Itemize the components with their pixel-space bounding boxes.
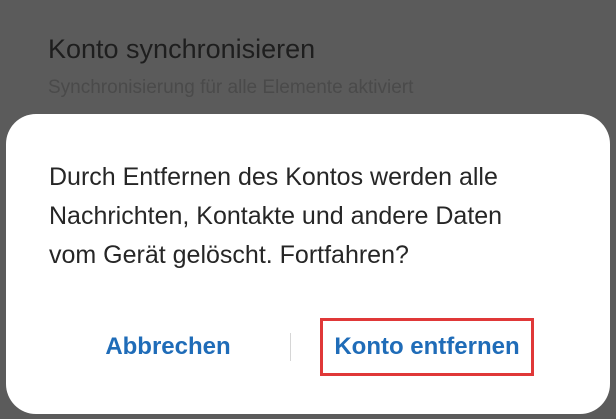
remove-account-dialog: Durch Entfernen des Kontos werden alle N… xyxy=(6,114,610,414)
sync-account-subtitle: Synchronisierung für alle Elemente aktiv… xyxy=(48,77,414,98)
button-divider xyxy=(290,333,291,361)
remove-account-button[interactable]: Konto entfernen xyxy=(320,318,534,376)
cancel-button[interactable]: Abbrechen xyxy=(82,318,254,376)
sync-account-item[interactable]: Konto synchronisieren Synchronisierung f… xyxy=(0,0,616,120)
sync-account-title: Konto synchronisieren xyxy=(48,34,316,64)
dialog-message: Durch Entfernen des Kontos werden alle N… xyxy=(49,163,503,269)
